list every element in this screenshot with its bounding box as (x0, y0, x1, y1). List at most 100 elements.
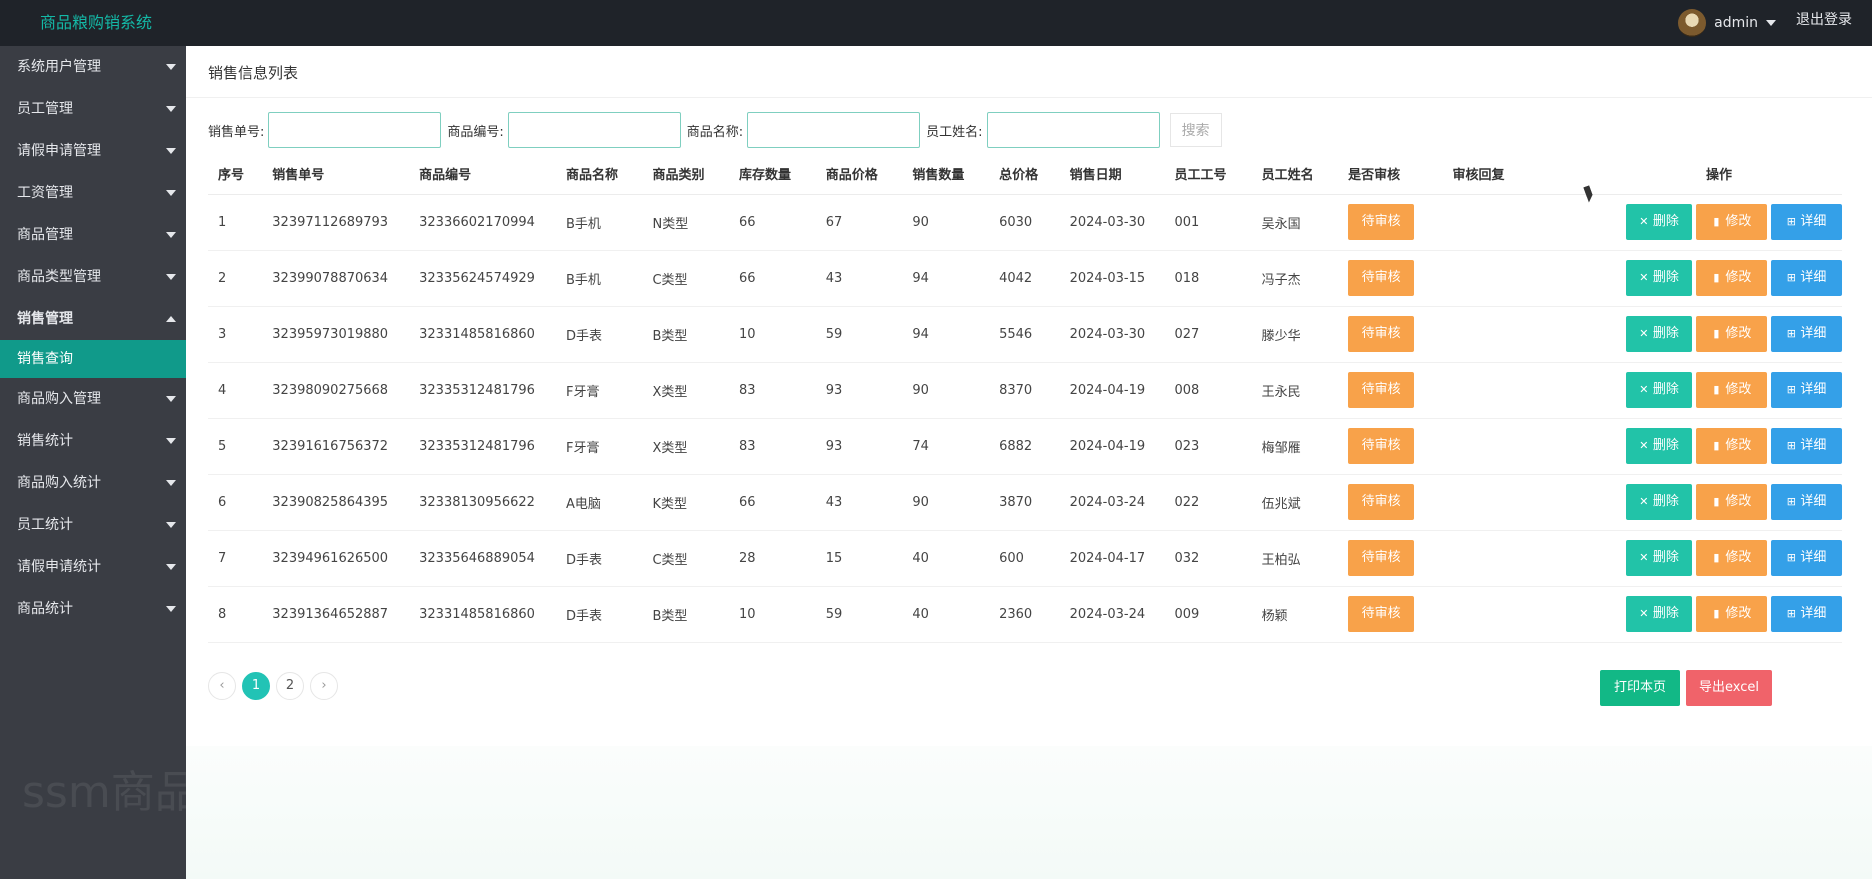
order-no-input[interactable] (268, 112, 442, 148)
table-cell: 6882 (989, 418, 1060, 475)
print-page-button[interactable]: 打印本页 (1600, 670, 1680, 706)
detail-button[interactable]: ⊞ 详细 (1770, 372, 1842, 408)
delete-button[interactable]: ✕ 删除 (1625, 204, 1692, 240)
pending-audit-button[interactable]: 待审核 (1348, 596, 1415, 632)
sidebar-item-goods-stats[interactable]: 商品统计 (0, 588, 186, 630)
table-cell: 5 (208, 418, 263, 475)
search-button[interactable]: 搜索 (1169, 113, 1222, 147)
table-cell: 2360 (989, 586, 1060, 643)
sidebar-item-goods-type[interactable]: 商品类型管理 (0, 256, 186, 298)
delete-button[interactable]: ✕ 删除 (1625, 260, 1692, 296)
detail-button[interactable]: ⊞ 详细 (1770, 596, 1842, 632)
button-label: 修改 (1725, 382, 1752, 397)
delete-button[interactable]: ✕ 删除 (1625, 316, 1692, 352)
sidebar-subitem-sales-query[interactable]: 销售查询 (0, 340, 186, 378)
button-label: 删除 (1652, 214, 1679, 229)
table-cell: 93 (815, 362, 903, 419)
sidebar-item-leave[interactable]: 请假申请管理 (0, 130, 186, 172)
pagination: ‹ 1 2 › (208, 672, 338, 700)
audit-status-cell: 待审核 (1338, 418, 1443, 475)
sidebar-item-label: 商品管理 (17, 227, 73, 243)
table-cell: 杨颖 (1251, 586, 1339, 643)
edit-button[interactable]: ▮ 修改 (1695, 316, 1767, 352)
table-cell: 6 (208, 474, 263, 531)
edit-button[interactable]: ▮ 修改 (1695, 484, 1767, 520)
table-cell: N类型 (642, 194, 729, 251)
table-cell (1442, 418, 1586, 475)
table-cell: 滕少华 (1251, 306, 1339, 363)
row-actions: ✕ 删除 ▮ 修改 ⊞ 详细 (1596, 596, 1842, 632)
pending-audit-button[interactable]: 待审核 (1348, 316, 1415, 352)
table-cell: 8370 (989, 362, 1060, 419)
edit-button[interactable]: ▮ 修改 (1695, 596, 1767, 632)
sidebar-item-staff-stats[interactable]: 员工统计 (0, 504, 186, 546)
table-cell (1442, 306, 1586, 363)
table-cell: 7 (208, 530, 263, 587)
page-2-button[interactable]: 2 (276, 672, 304, 700)
user-menu[interactable]: admin (1678, 9, 1776, 37)
page-1-button[interactable]: 1 (242, 672, 270, 700)
table-cell: 600 (989, 530, 1060, 587)
table-cell: 3 (208, 306, 263, 363)
detail-button[interactable]: ⊞ 详细 (1770, 540, 1842, 576)
detail-button[interactable]: ⊞ 详细 (1770, 484, 1842, 520)
chevron-down-icon (166, 522, 176, 528)
order-no-label: 销售单号: (208, 124, 265, 140)
edit-button[interactable]: ▮ 修改 (1695, 540, 1767, 576)
edit-button[interactable]: ▮ 修改 (1695, 260, 1767, 296)
detail-button[interactable]: ⊞ 详细 (1770, 260, 1842, 296)
main-panel: 销售信息列表 销售单号: 商品编号: 商品名称: 员工姓名: 搜索 序号 销售单号… (186, 46, 1872, 746)
pending-audit-button[interactable]: 待审核 (1348, 260, 1415, 296)
next-page-button[interactable]: › (310, 672, 338, 700)
actions-cell: ✕ 删除 ▮ 修改 ⊞ 详细 (1585, 306, 1842, 363)
sidebar-item-salary[interactable]: 工资管理 (0, 172, 186, 214)
delete-button[interactable]: ✕ 删除 (1625, 596, 1692, 632)
chevron-down-icon (166, 274, 176, 280)
delete-button[interactable]: ✕ 删除 (1625, 372, 1692, 408)
pending-audit-button[interactable]: 待审核 (1348, 204, 1415, 240)
sidebar-item-staff[interactable]: 员工管理 (0, 88, 186, 130)
button-label: 详细 (1800, 382, 1827, 397)
divider (186, 97, 1872, 98)
sidebar-item-label: 商品购入管理 (17, 391, 101, 407)
table-cell: 冯子杰 (1251, 250, 1339, 307)
pending-audit-button[interactable]: 待审核 (1348, 540, 1415, 576)
detail-button[interactable]: ⊞ 详细 (1770, 316, 1842, 352)
edit-button[interactable]: ▮ 修改 (1695, 204, 1767, 240)
sidebar-item-label: 系统用户管理 (17, 59, 101, 75)
delete-button[interactable]: ✕ 删除 (1625, 484, 1692, 520)
goods-name-input[interactable] (747, 112, 921, 148)
detail-button[interactable]: ⊞ 详细 (1770, 428, 1842, 464)
trash-icon: ▮ (1713, 327, 1720, 340)
logout-link[interactable]: 退出登录 (1796, 9, 1852, 29)
goods-no-input[interactable] (507, 112, 681, 148)
sidebar-item-sales[interactable]: 销售管理 (0, 298, 186, 340)
sidebar: 系统用户管理 员工管理 请假申请管理 工资管理 商品管理 商品类型管理 销售管理… (0, 46, 186, 879)
sidebar-item-sales-stats[interactable]: 销售统计 (0, 420, 186, 462)
row-actions: ✕ 删除 ▮ 修改 ⊞ 详细 (1596, 204, 1842, 240)
button-label: 详细 (1800, 550, 1827, 565)
table-cell: 023 (1164, 418, 1252, 475)
delete-button[interactable]: ✕ 删除 (1625, 540, 1692, 576)
pending-audit-button[interactable]: 待审核 (1348, 428, 1415, 464)
sidebar-item-system-users[interactable]: 系统用户管理 (0, 46, 186, 88)
sidebar-item-purchase-stats[interactable]: 商品购入统计 (0, 462, 186, 504)
button-label: 删除 (1652, 550, 1679, 565)
edit-button[interactable]: ▮ 修改 (1695, 372, 1767, 408)
delete-button[interactable]: ✕ 删除 (1625, 428, 1692, 464)
table-cell: 90 (902, 362, 990, 419)
sidebar-item-leave-stats[interactable]: 请假申请统计 (0, 546, 186, 588)
audit-status-cell: 待审核 (1338, 194, 1443, 251)
edit-button[interactable]: ▮ 修改 (1695, 428, 1767, 464)
export-excel-button[interactable]: 导出excel (1686, 670, 1772, 706)
sidebar-item-purchase[interactable]: 商品购入管理 (0, 378, 186, 420)
prev-page-button[interactable]: ‹ (208, 672, 236, 700)
detail-button[interactable]: ⊞ 详细 (1770, 204, 1842, 240)
pending-audit-button[interactable]: 待审核 (1348, 372, 1415, 408)
staff-name-input[interactable] (986, 112, 1160, 148)
sidebar-item-goods[interactable]: 商品管理 (0, 214, 186, 256)
table-cell: 008 (1164, 362, 1252, 419)
pending-audit-button[interactable]: 待审核 (1348, 484, 1415, 520)
table-row: 7 32394961626500 32335646889054 D手表 C类型 28 15 4… (208, 530, 1842, 587)
column-header: 总价格 (989, 154, 1060, 195)
